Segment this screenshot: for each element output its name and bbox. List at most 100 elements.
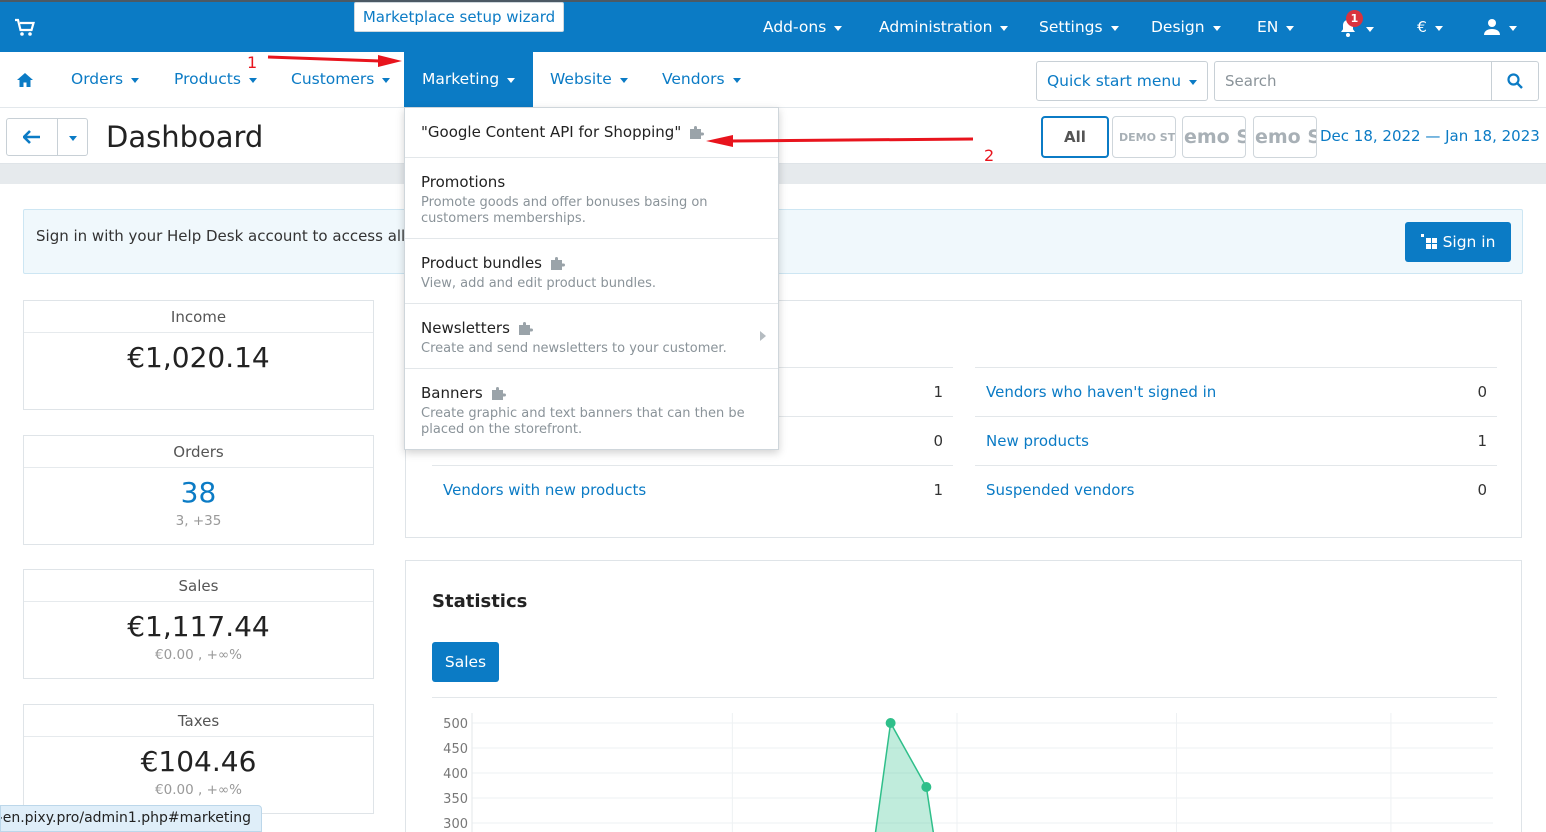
menu-item-title: Promotions bbox=[421, 173, 506, 191]
nav-label: Website bbox=[550, 70, 612, 88]
menu-item-description: View, add and edit product bundles. bbox=[421, 276, 657, 291]
vendors-with-new-products-link[interactable]: Vendors with new products bbox=[432, 481, 646, 499]
menu-item-title: Banners bbox=[421, 384, 483, 402]
caret-down-icon bbox=[507, 78, 516, 83]
caret-down-icon bbox=[1434, 25, 1443, 31]
currency-selector[interactable]: € bbox=[1417, 18, 1443, 36]
card-value: €104.46 bbox=[140, 745, 257, 778]
nav-label: Vendors bbox=[662, 70, 725, 88]
addon-puzzle-icon bbox=[491, 387, 506, 400]
caret-down-icon bbox=[834, 25, 843, 31]
currency-label: € bbox=[1417, 18, 1427, 36]
taxes-card: Taxes €104.46 €0.00 , +∞% bbox=[23, 704, 374, 814]
back-button[interactable] bbox=[6, 118, 58, 156]
marketing-dropdown-menu: "Google Content API for Shopping" Promot… bbox=[404, 107, 779, 450]
chevron-right-icon bbox=[760, 331, 766, 341]
caret-down-icon bbox=[1509, 25, 1517, 31]
vendor-stat-row: Suspended vendors 0 bbox=[975, 465, 1497, 513]
menu-item-promotions[interactable]: Promotions Promote goods and offer bonus… bbox=[405, 158, 778, 239]
card-title: Sales bbox=[24, 570, 373, 602]
quick-start-label: Quick start menu bbox=[1046, 72, 1182, 90]
new-products-link[interactable]: New products bbox=[975, 432, 1089, 450]
quick-start-menu-button[interactable]: Quick start menu bbox=[1036, 61, 1208, 101]
vendor-stat-row: Vendors who haven't signed in 0 bbox=[975, 367, 1497, 415]
data-point bbox=[921, 782, 932, 792]
nav-customers[interactable]: Customers bbox=[291, 52, 391, 107]
marketplace-setup-wizard-button[interactable]: Marketplace setup wizard bbox=[354, 2, 564, 32]
top-menu-design[interactable]: Design bbox=[1151, 18, 1221, 36]
nav-marketing[interactable]: Marketing bbox=[404, 52, 534, 107]
sign-in-label: Sign in bbox=[1442, 233, 1496, 251]
sales-area bbox=[874, 720, 935, 832]
card-title: Taxes bbox=[24, 705, 373, 737]
orders-count-link[interactable]: 38 bbox=[24, 476, 373, 509]
y-tick-label: 500 bbox=[443, 717, 468, 732]
user-menu[interactable] bbox=[1483, 18, 1517, 36]
vendor-stat-value: 1 bbox=[933, 480, 943, 499]
search-icon bbox=[1507, 73, 1523, 89]
top-menu-settings[interactable]: Settings bbox=[1039, 18, 1119, 36]
search-button[interactable] bbox=[1491, 61, 1539, 101]
menu-item-banners[interactable]: Banners Create graphic and text banners … bbox=[405, 369, 778, 450]
top-menu-label: Add-ons bbox=[763, 18, 827, 36]
nav-vendors[interactable]: Vendors bbox=[662, 52, 741, 107]
caret-down-icon bbox=[68, 135, 77, 141]
notice-text: Sign in with your Help Desk account to a… bbox=[36, 227, 430, 245]
annotation-label-2: 2 bbox=[984, 146, 995, 165]
storefront-label: emo Sto bbox=[1184, 126, 1245, 148]
menu-item-google-content-api[interactable]: "Google Content API for Shopping" bbox=[405, 108, 778, 158]
tab-sales[interactable]: Sales bbox=[432, 642, 499, 682]
suspended-vendors-link[interactable]: Suspended vendors bbox=[975, 481, 1134, 499]
top-menu-addons[interactable]: Add-ons bbox=[763, 18, 843, 36]
storefront-button-demo[interactable]: DEMO STO bbox=[1112, 116, 1176, 158]
card-value: €1,117.44 bbox=[127, 610, 270, 643]
vendors-not-signed-in-link[interactable]: Vendors who haven't signed in bbox=[975, 383, 1216, 401]
y-tick-label: 300 bbox=[443, 817, 468, 832]
nav-orders[interactable]: Orders bbox=[71, 52, 140, 107]
vendor-stat-value: 0 bbox=[1477, 382, 1487, 401]
statistics-title: Statistics bbox=[432, 591, 528, 612]
storefront-button-3[interactable]: emo Sto bbox=[1253, 116, 1317, 158]
caret-down-icon bbox=[1212, 25, 1221, 31]
vendor-stat-row: New products 1 bbox=[975, 416, 1497, 464]
caret-down-icon bbox=[248, 78, 257, 83]
orders-card: Orders 38 3, +35 bbox=[23, 435, 374, 545]
menu-item-description: Promote goods and offer bonuses basing o… bbox=[421, 195, 708, 226]
page-title: Dashboard bbox=[106, 120, 264, 154]
menu-item-newsletters[interactable]: Newsletters Create and send newsletters … bbox=[405, 304, 778, 369]
y-tick-label: 400 bbox=[443, 767, 468, 782]
tabs-divider bbox=[432, 697, 1497, 698]
main-nav: Orders Products Customers Marketing Webs… bbox=[0, 52, 1546, 108]
nav-products[interactable]: Products bbox=[174, 52, 257, 107]
menu-item-product-bundles[interactable]: Product bundles View, add and edit produ… bbox=[405, 239, 778, 304]
nav-website[interactable]: Website bbox=[550, 52, 628, 107]
y-tick-label: 450 bbox=[443, 742, 468, 757]
status-bar-url: ult-en.pixy.pro/admin1.php#marketing bbox=[0, 805, 262, 832]
caret-down-icon bbox=[1366, 26, 1374, 32]
vendor-stat-value: 0 bbox=[1477, 480, 1487, 499]
home-button[interactable] bbox=[16, 52, 34, 107]
statistics-panel: Statistics Sales 500 450 400 350 300 bbox=[405, 560, 1522, 832]
top-menu-label: Settings bbox=[1039, 18, 1103, 36]
annotation-label-1: 1 bbox=[247, 53, 258, 72]
menu-item-description: Create and send newsletters to your cust… bbox=[421, 341, 727, 356]
search-input[interactable] bbox=[1214, 61, 1492, 101]
y-tick-label: 350 bbox=[443, 792, 468, 807]
status-url-text: ult-en.pixy.pro/admin1.php#marketing bbox=[0, 810, 251, 826]
caret-down-icon bbox=[619, 78, 628, 83]
data-point bbox=[885, 718, 896, 728]
cart-icon[interactable] bbox=[14, 18, 36, 38]
storefront-all-button[interactable]: All bbox=[1041, 116, 1109, 158]
caret-down-icon bbox=[732, 78, 741, 83]
user-icon bbox=[1484, 19, 1500, 35]
top-menu-label: EN bbox=[1257, 18, 1279, 36]
top-menu-administration[interactable]: Administration bbox=[879, 18, 1009, 36]
card-subvalue: 3, +35 bbox=[175, 513, 222, 529]
card-title: Income bbox=[24, 301, 373, 333]
date-range-picker[interactable]: Dec 18, 2022 — Jan 18, 2023 bbox=[1320, 127, 1546, 145]
vendor-stat-value: 0 bbox=[933, 431, 943, 450]
back-dropdown-button[interactable] bbox=[57, 118, 88, 156]
sign-in-button[interactable]: Sign in bbox=[1405, 222, 1511, 262]
top-menu-language[interactable]: EN bbox=[1257, 18, 1295, 36]
storefront-button-2[interactable]: emo Sto bbox=[1182, 116, 1246, 158]
